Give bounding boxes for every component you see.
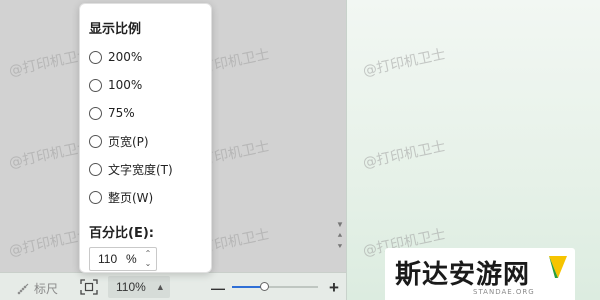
percent-unit: %	[126, 252, 137, 266]
zoom-option-75[interactable]: 75%	[89, 105, 135, 121]
percent-label: 百分比(E):	[89, 226, 154, 241]
zoom-option-page-width[interactable]: 页宽(P)	[89, 133, 149, 149]
prev-page-icon[interactable]: ⯅	[337, 231, 343, 240]
radio-icon[interactable]	[89, 134, 102, 148]
option-label: 整页(W)	[108, 190, 154, 205]
popup-title: 显示比例	[89, 22, 142, 37]
scroll-controls: ▼ ⯅ ⯆	[334, 220, 346, 251]
zoom-popup: 显示比例 200% 100% 75% 页宽(P) 文字宽度(T) 整页(W) 百…	[79, 3, 212, 273]
minus-icon[interactable]: —	[211, 280, 225, 296]
logo-mark-icon	[549, 256, 567, 278]
zoom-option-whole-page[interactable]: 整页(W)	[89, 189, 153, 205]
zoom-dropdown[interactable]: 110% ▲	[108, 276, 170, 298]
radio-icon[interactable]	[89, 50, 102, 64]
status-bar: 标尺 110% ▲ — +	[0, 272, 346, 300]
option-label: 页宽(P)	[108, 134, 149, 149]
ruler-toggle[interactable]: 标尺	[16, 280, 58, 297]
option-label: 文字宽度(T)	[108, 162, 173, 177]
percent-stepper[interactable]: 110 % ⌃ ⌄	[89, 247, 157, 271]
caret-up-icon: ▲	[155, 282, 165, 292]
next-page-icon[interactable]: ⯆	[337, 242, 343, 251]
spinner[interactable]: ⌃ ⌄	[143, 250, 153, 268]
brand-name: 斯达安游网	[395, 260, 531, 290]
zoom-option-100[interactable]: 100%	[89, 77, 142, 93]
scroll-down-icon[interactable]: ▼	[336, 220, 344, 229]
zoom-option-text-width[interactable]: 文字宽度(T)	[89, 161, 173, 177]
zoom-slider[interactable]	[232, 282, 318, 291]
radio-icon[interactable]	[89, 78, 102, 92]
zoom-slider-handle[interactable]	[259, 282, 269, 291]
option-label: 75%	[108, 106, 135, 120]
option-label: 200%	[108, 50, 143, 64]
spin-down-icon[interactable]: ⌄	[145, 260, 152, 268]
fit-page-icon[interactable]	[80, 279, 98, 295]
spin-up-icon[interactable]: ⌃	[145, 250, 152, 258]
brand-domain: STANDAE.ORG	[473, 288, 535, 296]
ruler-icon	[17, 283, 29, 294]
zoom-option-200[interactable]: 200%	[89, 49, 142, 65]
radio-icon[interactable]	[89, 190, 102, 204]
radio-icon[interactable]	[89, 162, 102, 176]
zoom-value: 110%	[116, 280, 146, 294]
radio-icon[interactable]	[89, 106, 102, 120]
brand-logo: 斯达安游网 STANDAE.ORG	[385, 248, 575, 300]
option-label: 100%	[108, 78, 143, 92]
ruler-label: 标尺	[34, 282, 59, 296]
plus-icon[interactable]: +	[329, 278, 339, 298]
percent-value[interactable]: 110	[98, 252, 124, 266]
